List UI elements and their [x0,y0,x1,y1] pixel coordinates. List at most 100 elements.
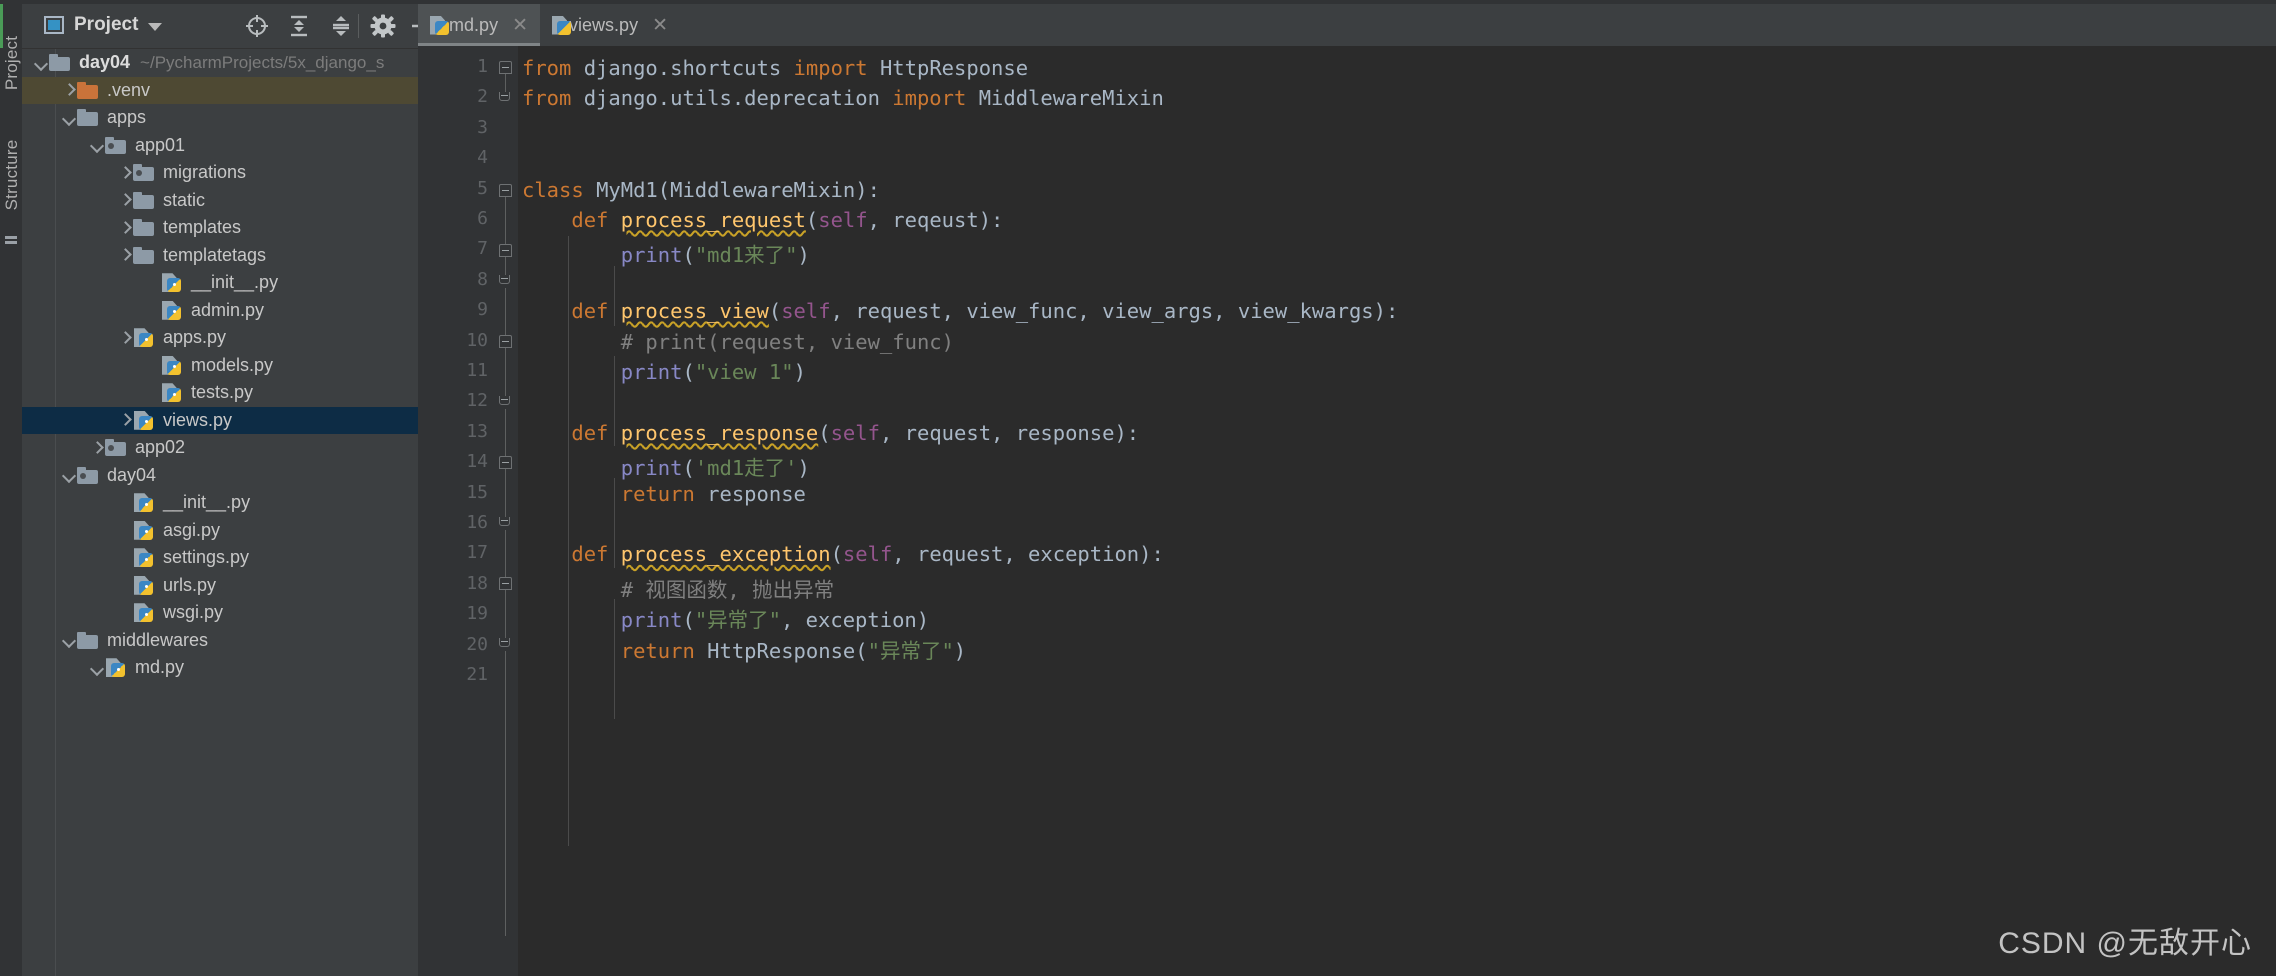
chevron-right-icon[interactable] [118,193,132,207]
fold-marker[interactable] [499,517,512,530]
chevron-right-icon[interactable] [118,221,132,235]
tree-item-venv[interactable]: .venv [22,76,418,104]
chevron-right-icon[interactable] [118,413,132,427]
close-icon[interactable]: ✕ [512,16,528,35]
code-line[interactable]: print("view 1") [522,360,806,384]
fold-marker[interactable] [499,335,512,348]
chevron-down-icon[interactable] [90,661,104,675]
tree-item-settings-py[interactable]: settings.py [22,544,418,572]
chevron-down-icon[interactable] [62,633,76,647]
python-package-icon [104,438,128,457]
chevron-down-icon[interactable] [90,138,104,152]
tree-arrow-spacer [118,606,132,620]
fold-marker[interactable] [499,396,512,409]
chevron-down-icon[interactable] [34,56,48,70]
chevron-down-icon[interactable] [62,111,76,125]
tree-item-migrations[interactable]: migrations [22,159,418,187]
tree-item-apps[interactable]: apps [22,104,418,132]
project-file-tree[interactable]: day04 ~/PycharmProjects/5x_django_s .venv a… [22,49,418,976]
fold-marker[interactable] [499,638,512,651]
line-number: 6 [477,208,488,229]
tree-item-app02[interactable]: app02 [22,434,418,462]
tree-item-init-py[interactable]: __init__.py [22,269,418,297]
code-line[interactable]: def process_exception(self, request, exc… [522,542,1163,567]
collapse-all-icon[interactable] [328,14,354,38]
code-line[interactable]: class MyMd1(MiddlewareMixin): [522,178,880,202]
code-line[interactable]: print('md1走了') [522,451,810,481]
tree-item-md-py[interactable]: md.py [22,654,418,682]
code-token: class [522,177,597,202]
toolwindow-button-project[interactable]: Project [1,23,23,103]
fold-marker[interactable] [499,61,512,74]
locate-icon[interactable] [244,14,270,38]
tree-item-tests-py[interactable]: tests.py [22,379,418,407]
code-line[interactable]: # 视图函数, 抛出异常 [522,573,834,603]
python-package-icon [104,136,128,155]
folder-icon [132,191,156,210]
code-line[interactable]: def process_view(self, request, view_fun… [522,299,1398,323]
fold-marker[interactable] [499,577,512,590]
code-line[interactable]: def process_request(self, reqeust): [522,208,1003,232]
chevron-right-icon[interactable] [62,83,76,97]
tree-item-wsgi-py[interactable]: wsgi.py [22,599,418,627]
tree-item-day04[interactable]: day04 ~/PycharmProjects/5x_django_s [22,49,418,77]
tree-item-templatetags[interactable]: templatetags [22,242,418,270]
tree-arrow-spacer [146,276,160,290]
chevron-right-icon[interactable] [118,331,132,345]
tree-item-admin-py[interactable]: admin.py [22,297,418,325]
toolwindow-button-structure[interactable]: Structure [1,129,23,221]
tree-item-views-py[interactable]: views.py [22,406,418,434]
code-line[interactable]: from django.utils.deprecation import Mid… [522,86,1164,110]
code-line[interactable]: # print(request, view_func) [522,330,954,354]
python-file-icon [132,576,156,595]
fold-marker[interactable] [499,456,512,469]
tree-item-path: ~/PycharmProjects/5x_django_s [140,52,385,72]
code-line[interactable]: print("md1来了") [522,238,810,268]
expand-all-icon[interactable] [286,14,312,38]
line-number: 5 [477,177,488,199]
tree-item-app01[interactable]: app01 [22,132,418,160]
code-token: def [571,542,621,567]
tree-item-asgi-py[interactable]: asgi.py [22,517,418,545]
code-folding-column[interactable] [496,46,518,976]
fold-marker[interactable] [499,184,512,197]
tree-item-static[interactable]: static [22,187,418,215]
code-line[interactable]: print("异常了", exception) [522,603,929,633]
code-line[interactable]: def process_response(self, request, resp… [522,421,1139,445]
line-number: 20 [466,633,488,655]
fold-marker[interactable] [499,244,512,257]
tree-item-apps-py[interactable]: apps.py [22,324,418,352]
editor-tab-md-py[interactable]: md.py ✕ [418,4,540,46]
python-file-icon [160,383,184,403]
close-icon[interactable]: ✕ [652,16,668,35]
python-file-icon [132,411,156,430]
fold-marker[interactable] [499,92,512,105]
code-token: process_response [620,420,819,445]
code-line[interactable]: return HttpResponse("异常了") [522,634,966,664]
code-line[interactable]: from django.shortcuts import HttpRespons… [522,56,1028,80]
tree-item-label: app02 [135,437,186,458]
tree-item-middlewares[interactable]: middlewares [22,627,418,655]
tree-item-init-py[interactable]: __init__.py [22,489,418,517]
fold-marker[interactable] [499,275,512,288]
chevron-right-icon[interactable] [118,166,132,180]
folder-icon [132,218,156,237]
line-number-gutter[interactable]: 1 2 3 4 5 6 7 8 9 10 11 12 13 14 15 16 17 18 19 20 21 [418,46,496,976]
settings-gear-icon[interactable] [370,14,396,38]
tree-item-urls-py[interactable]: urls.py [22,572,418,600]
tree-item-label: apps [107,107,147,128]
chevron-down-icon[interactable] [62,468,76,482]
tree-item-day04[interactable]: day04 [22,462,418,490]
chevron-down-icon[interactable] [148,23,162,31]
more-toolwindows-icon[interactable] [5,236,17,246]
tree-item-models-py[interactable]: models.py [22,352,418,380]
editor-tab-views-py[interactable]: views.py ✕ [540,4,680,46]
chevron-right-icon[interactable] [118,248,132,262]
tree-item-label: __init__.py [163,492,251,513]
code-line[interactable]: return response [522,482,806,506]
code-editor[interactable]: 1 2 3 4 5 6 7 8 9 10 11 12 13 14 15 16 17 18 19 20 21 [418,46,2276,976]
tree-item-templates[interactable]: templates [22,214,418,242]
chevron-right-icon[interactable] [90,441,104,455]
python-file-icon [132,493,156,513]
